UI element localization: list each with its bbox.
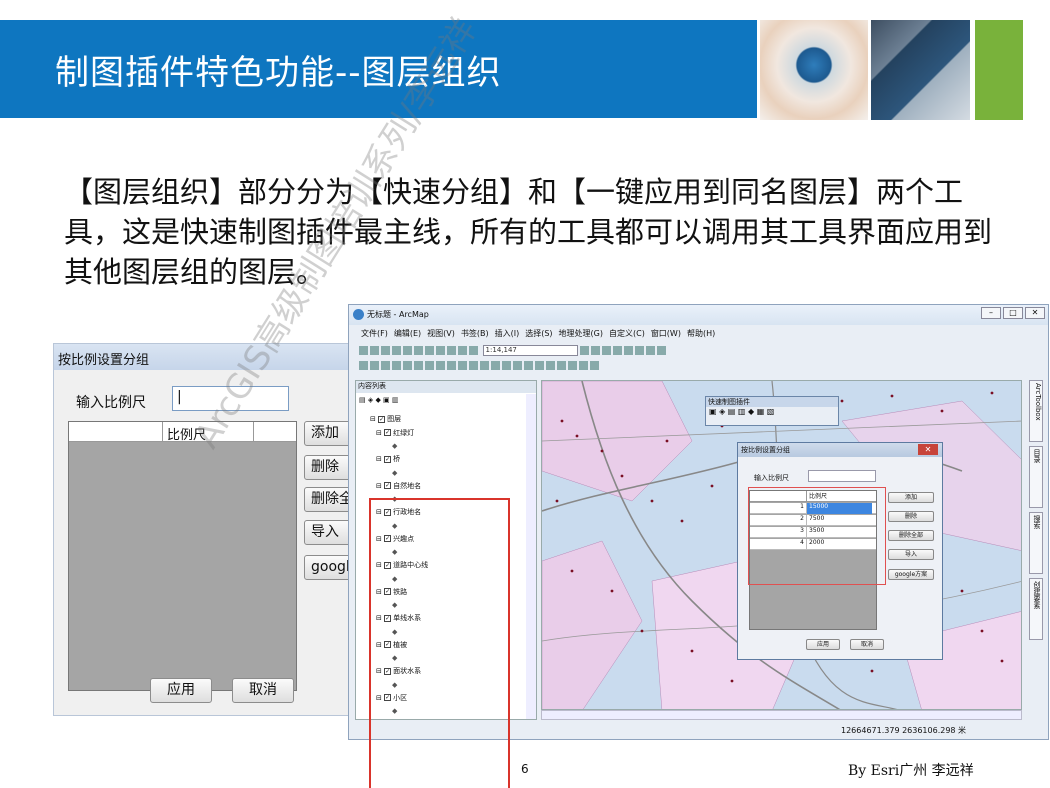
green-accent-block [975, 20, 1023, 120]
inner-dialog-title: 按比例设置分组 [741, 446, 790, 454]
slide-title: 制图插件特色功能--图层组织 [55, 53, 502, 93]
layer-checkbox[interactable]: ✓ [384, 455, 392, 463]
menu-item[interactable]: 选择(S) [525, 329, 552, 338]
toc-title: 内容列表 [356, 381, 536, 393]
layer-group-root[interactable]: ⊟ ✓ 图层 [370, 413, 428, 427]
layer-item[interactable]: ⊟ ✓ 自然地名 [370, 480, 428, 494]
arcmap-window: 无标题 - ArcMap – □ ✕ 文件(F) 编辑(E) 视图(V) 书签(B) 插… [348, 304, 1049, 788]
inner-add-button[interactable]: 添加 [888, 492, 934, 503]
quick-mapping-toolbar: 快速制图插件 ▣ ◈ ▤ ▥ ◆ ▦ ▧ [705, 396, 839, 426]
toc-scrollbar[interactable] [526, 394, 536, 719]
minimize-icon[interactable]: – [981, 307, 1001, 319]
tools-toolbar[interactable] [359, 361, 601, 374]
dock-tab[interactable]: 目录 [1029, 446, 1043, 508]
delete-all-button[interactable]: 删除全部 [304, 487, 354, 512]
delete-button[interactable]: 删除 [304, 455, 354, 480]
scale-grid[interactable]: 比例尺 [68, 421, 297, 691]
layer-checkbox[interactable]: ✓ [384, 429, 392, 436]
quick-panel-tools[interactable]: ▣ ◈ ▤ ▥ ◆ ▦ ▧ [706, 407, 838, 416]
earth-in-hands-image [760, 20, 868, 120]
grid-header-row: 比例尺 [69, 422, 296, 443]
menu-bar: 文件(F) 编辑(E) 视图(V) 书签(B) 插入(I) 选择(S) 地理处理(G) 自定义… [361, 328, 721, 339]
arcmap-window-title: 无标题 - ArcMap [367, 310, 429, 319]
layer-item[interactable]: ⊟ ✓ 桥 [370, 453, 428, 467]
close-icon[interactable]: ✕ [1025, 307, 1045, 319]
menu-item[interactable]: 自定义(C) [609, 329, 645, 338]
menu-item[interactable]: 编辑(E) [394, 329, 421, 338]
inner-dialog-titlebar: 按比例设置分组 ✕ [738, 443, 942, 457]
inner-scale-group-dialog: 按比例设置分组 ✕ 输入比例尺 比例尺 1 15000 2 7500 3 3500 4 200… [737, 442, 943, 660]
inner-apply-button[interactable]: 应用 [806, 639, 840, 650]
inner-cancel-button[interactable]: 取消 [850, 639, 884, 650]
inner-scale-input[interactable] [808, 470, 876, 482]
layer-name: 自然地名 [393, 481, 422, 490]
right-dock-tabs: ArcToolbox 目录 搜索创建要素 [1029, 380, 1047, 640]
inner-grid-highlight-box [748, 487, 886, 585]
author-credit: By Esri广州 李远祥 [848, 763, 974, 779]
arcmap-globe-icon [353, 309, 364, 320]
scale-input-label: 输入比例尺 [76, 395, 146, 411]
menu-item[interactable]: 插入(I) [495, 329, 520, 338]
status-coordinates: 12664671.379 2636106.298 米 [841, 726, 967, 735]
menu-item[interactable]: 窗口(W) [651, 329, 681, 338]
layer-name: 桥 [393, 455, 401, 463]
standard-toolbar[interactable]: 1:14,147 [359, 345, 668, 358]
inner-close-icon[interactable]: ✕ [918, 444, 938, 455]
menu-item[interactable]: 文件(F) [361, 329, 388, 338]
inner-delete-button[interactable]: 删除 [888, 511, 934, 522]
quick-panel-title: 快速制图插件 [706, 397, 838, 407]
inner-scale-label: 输入比例尺 [754, 474, 789, 482]
dialog-titlebar: 按比例设置分组 [54, 344, 350, 370]
map-horizontal-scrollbar[interactable] [541, 710, 1022, 720]
add-button[interactable]: 添加 [304, 421, 354, 446]
dialog-title: 按比例设置分组 [58, 353, 150, 368]
grid-header-scale[interactable]: 比例尺 [162, 422, 254, 443]
import-button[interactable]: 导入 [304, 520, 354, 545]
table-of-contents: 内容列表 ▤ ◈ ◆ ▣ ▥ ⊟ ✓ 图层 ⊟ ✓ 红绿灯 ◆ ⊟ ✓ 桥 ◆ ⊟ ✓ 自然地名… [355, 380, 537, 788]
apply-button[interactable]: 应用 [150, 678, 212, 703]
layer-symbol: ◆ [392, 468, 398, 477]
harbor-aerial-image [871, 20, 970, 120]
toc-toolbar[interactable]: ▤ ◈ ◆ ▣ ▥ [359, 396, 399, 404]
maximize-icon[interactable]: □ [1003, 307, 1023, 319]
dock-tab[interactable]: 搜索 [1029, 512, 1043, 574]
scale-combo[interactable]: 1:14,147 [482, 345, 578, 356]
cancel-button[interactable]: 取消 [232, 678, 294, 703]
google-scheme-button[interactable]: google方案 [304, 555, 354, 580]
inner-google-scheme-button[interactable]: google方案 [888, 569, 934, 580]
layer-name: 红绿灯 [393, 428, 415, 437]
layer-item[interactable]: ⊟ ✓ 红绿灯 [370, 427, 428, 441]
arcmap-titlebar: 无标题 - ArcMap – □ ✕ [349, 305, 1048, 325]
dock-tab[interactable]: 创建要素 [1029, 578, 1043, 640]
menu-item[interactable]: 地理处理(G) [559, 329, 603, 338]
layer-symbol: ◆ [392, 442, 398, 450]
layers-highlight-box [369, 498, 510, 788]
page-number: 6 [521, 762, 529, 776]
inner-import-button[interactable]: 导入 [888, 549, 934, 560]
layer-checkbox[interactable]: ✓ [384, 482, 392, 489]
menu-item[interactable]: 书签(B) [461, 329, 489, 338]
menu-item[interactable]: 视图(V) [427, 329, 455, 338]
scale-input[interactable]: | [172, 386, 289, 411]
inner-delete-all-button[interactable]: 删除全部 [888, 530, 934, 541]
body-paragraph: 【图层组织】部分分为【快速分组】和【一键应用到同名图层】两个工具，这是快速制图插… [64, 175, 993, 289]
dock-tab[interactable]: ArcToolbox [1029, 380, 1043, 442]
menu-item[interactable]: 帮助(H) [687, 329, 715, 338]
scale-group-dialog: 按比例设置分组 输入比例尺 | 比例尺 添加 删除 删除全部 导入 google… [53, 343, 354, 716]
